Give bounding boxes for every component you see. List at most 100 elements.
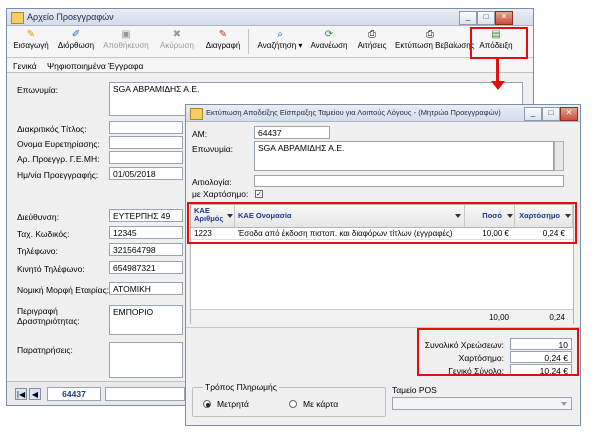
card-radio[interactable] [289,400,297,408]
search-button[interactable]: ⌕ Αναζήτηση ▾ [253,26,307,56]
main-window-title: Αρχείο Προεγγραφών [27,12,114,22]
card-label: Με κάρτα [303,399,339,409]
record-number-field[interactable]: 64437 [47,387,101,401]
tab-strip: Γενικά Ψηφιοποιημένα Έγγραφα [7,59,533,73]
chevron-down-icon [561,402,567,406]
search-icon: ⌕ [277,29,283,40]
am-field[interactable]: 64437 [254,126,330,139]
dialog-eponymia-label: Επωνυμία: [192,144,234,154]
payment-group: Τρόπος Πληρωμής Μετρητά Με κάρτα [192,382,386,417]
grid-footer: 10,00 0,24 [191,309,573,324]
highlight-totals [417,328,579,376]
cancel-icon: ✖ [172,29,182,40]
refresh-button[interactable]: ⟳ Ανανέωση [309,26,349,56]
dialog-titlebar: Εκτύπωση Αποδείξης Είσπραξης Ταμείου για… [186,105,580,122]
notes-field[interactable] [109,342,183,378]
aitiologia-field[interactable] [254,175,564,187]
arrow-head [491,81,505,90]
diakritikos-field[interactable] [109,121,183,134]
radio-dot-icon [206,403,210,407]
print-icon: ⎙ [426,29,434,40]
dialog-minimize-button[interactable]: _ [524,107,542,121]
date-label: Ημ/νία Προεγγραφής: [17,170,99,180]
xartosimo-checkbox[interactable]: ✓ [255,190,263,198]
gemh-label: Αρ. Προεγγρ. Γ.Ε.ΜΗ: [17,154,100,164]
arrow-down-icon [496,59,499,83]
tk-label: Ταχ. Κωδικός: [17,229,70,239]
cancel-button[interactable]: ✖ Ακύρωση [157,26,197,56]
address-field[interactable]: ΕΥΤΕΡΠΗΣ 49 [109,209,183,222]
eponymia-scrollbar[interactable] [554,141,564,171]
onoma-field[interactable] [109,136,183,149]
onoma-label: Ονομα Ευρετηρίασης: [17,139,100,149]
dialog-eponymia-field[interactable]: SGA ΑΒΡΑΜΙΔΗΣ Α.Ε. [254,141,554,171]
gemh-field[interactable] [109,151,183,164]
cash-radio[interactable] [203,400,211,408]
payment-group-label: Τρόπος Πληρωμής [203,382,279,392]
chevron-down-icon: ▾ [296,41,303,50]
save-label: Αποθήκευση [103,41,149,50]
diakritikos-label: Διακριτικός Τίτλος: [17,124,87,134]
date-field[interactable]: 01/05/2018 [109,167,183,180]
aitiologia-label: Αιτιολογία: [192,177,232,187]
close-button[interactable]: ✕ [495,11,513,25]
delete-button[interactable]: ✎ Διαγραφή [203,26,243,56]
main-toolbar: ✎ Εισαγωγή ✐ Διόρθωση ▣ Αποθήκευση ✖ Ακύ… [7,26,533,58]
xartosimo-label: με Χαρτόσημο: [192,189,249,199]
eponymia-label: Επωνυμία: [17,85,59,95]
phone-label: Τηλέφωνο: [17,246,58,256]
activity-label: Περιγραφή Δραστηριότητας: [17,306,80,326]
save-button[interactable]: ▣ Αποθήκευση [101,26,151,56]
first-record-button[interactable]: |◀ [15,388,27,400]
tab-digital-documents[interactable]: Ψηφιοποιημένα Έγγραφα [47,61,143,71]
am-label: ΑΜ: [192,129,208,139]
dialog-close-button[interactable]: ✕ [560,107,578,121]
refresh-label: Ανανέωση [310,41,348,50]
delete-label: Διαγραφή [205,41,241,50]
minimize-button[interactable]: _ [459,11,477,25]
phone-field[interactable]: 321564798 [109,243,183,256]
maximize-button[interactable]: □ [477,11,495,25]
edit-button[interactable]: ✐ Διόρθωση [57,26,95,56]
print-certificate-button[interactable]: ⎙ Εκτύπωση Βεβαίωσης [395,26,475,56]
main-titlebar: Αρχείο Προεγγραφών _ □ ✕ [7,9,533,26]
print-certificate-label: Εκτύπωση Βεβαίωσης [395,41,475,50]
tab-general[interactable]: Γενικά [13,61,37,71]
edit-label: Διόρθωση [57,41,95,50]
cancel-label: Ακύρωση [160,41,194,50]
receipt-icon [190,108,203,120]
toolbar-separator [248,29,249,54]
insert-button[interactable]: ✎ Εισαγωγή [11,26,51,56]
dialog-maximize-button[interactable]: □ [542,107,560,121]
tk-field[interactable]: 12345 [109,226,183,239]
edit-icon: ✐ [71,29,81,40]
cash-label: Μετρητά [217,399,249,409]
search-label: Αναζήτηση [257,41,297,50]
print-icon: ⎙ [368,29,376,40]
record-search-field[interactable] [105,387,185,401]
footer-amount: 10,00 [488,313,509,322]
address-label: Διεύθυνση: [17,212,59,222]
applications-label: Αιτήσεις [357,41,387,50]
refresh-icon: ⟳ [324,29,334,40]
pos-select[interactable] [392,397,572,410]
activity-field[interactable]: ΕΜΠΟΡΙΟ [109,305,183,335]
previous-record-button[interactable]: ◀ [29,388,41,400]
highlight-receipt-button [470,27,528,59]
legal-form-label: Νομική Μορφή Εταιρίας: [17,285,110,295]
receipt-dialog: Εκτύπωση Αποδείξης Είσπραξης Ταμείου για… [185,104,581,426]
highlight-grid [187,202,577,244]
applications-button[interactable]: ⎙ Αιτήσεις [353,26,391,56]
dialog-title: Εκτύπωση Αποδείξης Είσπραξης Ταμείου για… [206,108,501,117]
pos-label: Ταμείο POS [392,385,437,395]
folder-icon [11,12,24,24]
new-doc-icon: ✎ [26,29,36,40]
delete-icon: ✎ [218,29,228,40]
mobile-label: Κινητό Τηλέφωνο: [17,264,85,274]
save-icon: ▣ [121,29,131,40]
mobile-field[interactable]: 654987321 [109,261,183,274]
insert-label: Εισαγωγή [13,41,49,50]
notes-label: Παρατηρήσεις: [17,345,73,355]
footer-stamp: 0,24 [549,313,565,322]
legal-form-field[interactable]: ΑΤΟΜΙΚΗ [109,282,183,295]
